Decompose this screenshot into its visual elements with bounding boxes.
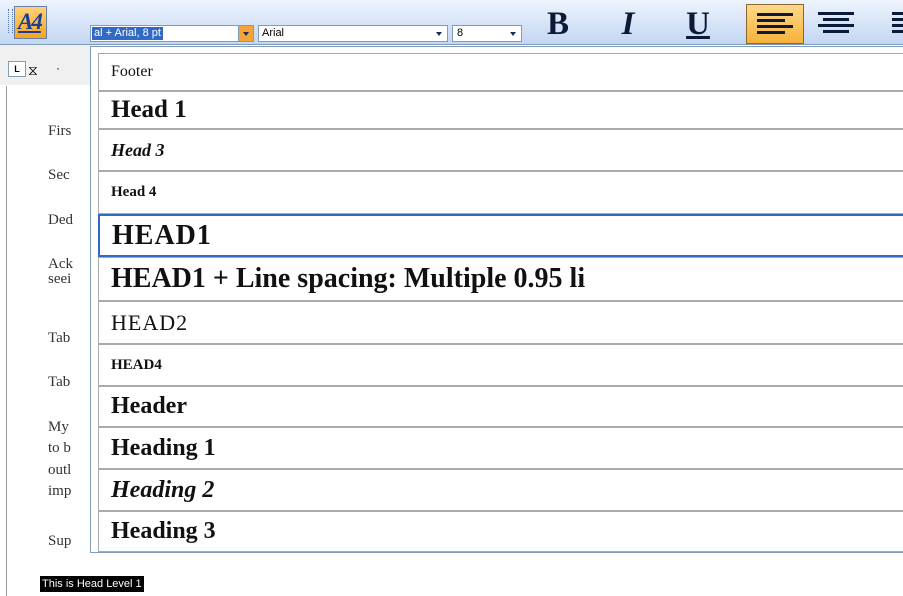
style-option-head-4[interactable]: Head 4: [98, 171, 903, 214]
font-size-dropdown[interactable]: 8: [452, 25, 522, 42]
document-text: Firs: [48, 123, 72, 139]
style-option-heading-1[interactable]: Heading 1: [98, 427, 903, 469]
document-text: My: [48, 419, 69, 435]
tab-stop-selector[interactable]: L: [8, 61, 26, 77]
chevron-down-icon[interactable]: [506, 26, 521, 41]
italic-button[interactable]: I: [610, 6, 646, 42]
style-option-head1-line-spacing[interactable]: HEAD1 + Line spacing: Multiple 0.95 li: [98, 257, 903, 301]
font-name-value: Arial: [262, 27, 285, 39]
style-option-head1[interactable]: HEAD1: [98, 214, 903, 257]
style-option-head4[interactable]: HEAD4: [98, 344, 903, 386]
bold-button[interactable]: B: [540, 6, 576, 42]
align-center-icon: [818, 12, 854, 36]
selected-text[interactable]: This is Head Level 1: [40, 576, 144, 592]
document-text: to b: [48, 440, 71, 456]
chevron-down-icon[interactable]: [238, 26, 253, 41]
document-text: Sup: [48, 533, 72, 549]
style-option-head2[interactable]: HEAD2: [98, 301, 903, 344]
chevron-down-icon[interactable]: [432, 26, 447, 41]
style-dropdown-list[interactable]: Footer Head 1 Head 3 Head 4 HEAD1 HEAD1 …: [90, 46, 903, 553]
document-text: Ack: [48, 256, 73, 272]
font-size-value: 8: [457, 27, 464, 39]
style-dropdown-value: al + Arial, 8 pt: [92, 27, 163, 40]
align-left-icon: [757, 13, 793, 37]
ruler-tick: ·: [56, 61, 60, 75]
document-text: Tab: [48, 374, 71, 390]
document-text: Tab: [48, 330, 71, 346]
align-right-icon: [892, 12, 903, 36]
style-option-head-1[interactable]: Head 1: [98, 91, 903, 129]
style-dropdown[interactable]: al + Arial, 8 pt: [90, 25, 254, 42]
toolbar-grip-handle[interactable]: [8, 9, 13, 33]
document-text: seei: [48, 271, 72, 287]
underline-button[interactable]: U: [680, 6, 716, 42]
center-button[interactable]: [812, 4, 870, 44]
document-text: Sec: [48, 167, 70, 183]
style-option-footer[interactable]: Footer: [98, 53, 903, 91]
ruler-area: L ⧖ ·: [0, 45, 100, 85]
formatting-toolbar: A4 al + Arial, 8 pt Arial 8 B I U: [0, 0, 903, 45]
style-option-head-3[interactable]: Head 3: [98, 129, 903, 171]
align-left-button[interactable]: [746, 4, 804, 44]
align-right-button[interactable]: [888, 4, 903, 44]
vertical-ruler: [0, 86, 7, 596]
style-option-heading-3[interactable]: Heading 3: [98, 511, 903, 552]
style-option-header[interactable]: Header: [98, 386, 903, 427]
styles-icon: A4: [18, 9, 43, 34]
styles-and-formatting-button[interactable]: A4: [14, 6, 47, 39]
document-text: imp: [48, 483, 72, 499]
indent-marker-icon[interactable]: ⧖: [28, 60, 42, 80]
style-option-heading-2[interactable]: Heading 2: [98, 469, 903, 511]
document-text: Ded: [48, 212, 73, 228]
document-text: outl: [48, 462, 72, 478]
font-name-dropdown[interactable]: Arial: [258, 25, 448, 42]
